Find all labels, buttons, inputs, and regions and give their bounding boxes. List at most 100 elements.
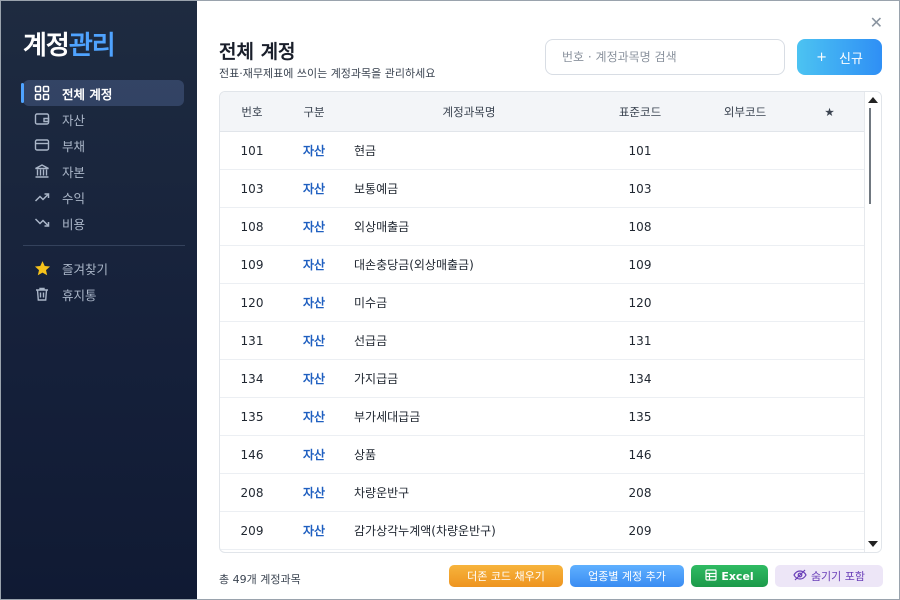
table-scrollbar[interactable]: [864, 92, 881, 552]
cell-std: 103: [628, 181, 652, 196]
cell-name: 가지급금: [354, 372, 399, 386]
cell-name: 대손충당금(외상매출금): [354, 258, 474, 272]
trash-icon: [33, 285, 51, 303]
sidebar-nav: 전체 계정 자산 부채 자본 수익 비용 즐겨찾기 휴지통: [1, 80, 197, 307]
header-num[interactable]: 번호: [220, 104, 284, 120]
table-body: 101 자산 현금 101 103 자산 보통예금 103 108 자산 외상매…: [220, 132, 865, 550]
add-industry-accounts-button[interactable]: 업종별 계정 추가: [570, 565, 684, 587]
cell-name: 외상매출금: [354, 220, 410, 234]
cell-num: 131: [240, 333, 264, 348]
fill-douzone-code-button[interactable]: 더존 코드 채우기: [449, 565, 563, 587]
sidebar-item-assets[interactable]: 자산: [23, 106, 184, 132]
card-icon: [33, 136, 51, 154]
sidebar-item-label: 비용: [62, 216, 86, 232]
logo-part1: 계정: [23, 31, 70, 61]
cell-name: 미수금: [354, 296, 388, 310]
app-logo: 계정관리: [23, 25, 116, 62]
cell-type: 자산: [302, 258, 326, 272]
excel-export-button[interactable]: Excel: [691, 565, 768, 587]
new-account-button[interactable]: + 신규: [797, 39, 882, 75]
cell-name: 선급금: [354, 334, 388, 348]
table-row[interactable]: 146 자산 상품 146: [220, 436, 865, 474]
sidebar-item-expense[interactable]: 비용: [23, 210, 184, 236]
table-row[interactable]: 120 자산 미수금 120: [220, 284, 865, 322]
grid-icon: [33, 84, 51, 102]
search-input[interactable]: [545, 39, 785, 75]
cell-std: 208: [628, 485, 652, 500]
table-row[interactable]: 131 자산 선급금 131: [220, 322, 865, 360]
cell-type: 자산: [302, 144, 326, 158]
cell-num: 109: [240, 257, 264, 272]
cell-std: 101: [628, 143, 652, 158]
table-row[interactable]: 209 자산 감가상각누계액(차량운반구) 209: [220, 512, 865, 550]
cell-num: 134: [240, 371, 264, 386]
cell-num: 108: [240, 219, 264, 234]
sidebar-item-label: 휴지통: [62, 287, 97, 303]
sidebar-item-all[interactable]: 전체 계정: [21, 80, 184, 106]
table-row[interactable]: 134 자산 가지급금 134: [220, 360, 865, 398]
include-hidden-button[interactable]: 숨기기 포함: [775, 565, 883, 587]
cell-num: 146: [240, 447, 264, 462]
cell-name: 상품: [354, 448, 377, 462]
logo-part2: 관리: [68, 31, 116, 61]
table-row[interactable]: 109 자산 대손충당금(외상매출금) 109: [220, 246, 865, 284]
cell-type: 자산: [302, 372, 326, 386]
header-name[interactable]: 계정과목명: [344, 104, 584, 120]
sidebar-item-label: 수익: [62, 190, 86, 206]
page-subtitle: 전표·재무제표에 쓰이는 계정과목을 관리하세요: [219, 67, 436, 80]
cell-std: 135: [628, 409, 652, 424]
sidebar-item-label: 자산: [62, 112, 86, 128]
cell-std: 109: [628, 257, 652, 272]
table-row[interactable]: 208 자산 차량운반구 208: [220, 474, 865, 512]
table-row[interactable]: 103 자산 보통예금 103: [220, 170, 865, 208]
cell-std: 131: [628, 333, 652, 348]
scroll-up-arrow-icon[interactable]: [868, 97, 878, 103]
hide-button-label: 숨기기 포함: [810, 570, 866, 583]
sidebar-item-revenue[interactable]: 수익: [23, 184, 184, 210]
cell-std: 134: [628, 371, 652, 386]
scroll-down-arrow-icon[interactable]: [868, 541, 878, 547]
plus-icon: +: [816, 49, 827, 65]
eye-off-icon: [793, 569, 807, 584]
cell-name: 보통예금: [354, 182, 399, 196]
cell-std: 108: [628, 219, 652, 234]
star-icon: [33, 259, 51, 277]
sidebar-item-equity[interactable]: 자본: [23, 158, 184, 184]
scroll-thumb[interactable]: [869, 108, 878, 204]
cell-name: 차량운반구: [354, 486, 410, 500]
sidebar-item-trash[interactable]: 휴지통: [23, 281, 184, 307]
table-row[interactable]: 101 자산 현금 101: [220, 132, 865, 170]
accounts-table: 번호 구분 계정과목명 표준코드 외부코드 ★ 101 자산 현금 101 10…: [219, 91, 882, 553]
cell-name: 감가상각누계액(차량운반구): [354, 524, 496, 538]
header-std[interactable]: 표준코드: [584, 104, 696, 120]
bank-icon: [33, 162, 51, 180]
main-panel: ✕ 전체 계정 전표·재무제표에 쓰이는 계정과목을 관리하세요 + 신규 번호…: [197, 1, 899, 599]
sidebar-item-label: 자본: [62, 164, 86, 180]
cell-std: 120: [628, 295, 652, 310]
trend-up-icon: [33, 188, 51, 206]
total-count: 총 49개 계정과목: [219, 573, 301, 586]
header-ext[interactable]: 외부코드: [696, 104, 794, 120]
table-row[interactable]: 108 자산 외상매출금 108: [220, 208, 865, 246]
page-title: 전체 계정: [219, 41, 296, 63]
sidebar-item-favorites[interactable]: 즐겨찾기: [23, 255, 184, 281]
excel-button-label: Excel: [721, 569, 754, 583]
cell-type: 자산: [302, 182, 326, 196]
app-window: 계정관리 전체 계정 자산 부채 자본 수익 비용 즐겨찾기 휴지통 ✕ 전체 …: [0, 0, 900, 600]
header-type[interactable]: 구분: [284, 104, 344, 120]
cell-type: 자산: [302, 334, 326, 348]
sidebar-item-label: 즐겨찾기: [62, 261, 109, 277]
close-icon[interactable]: ✕: [870, 13, 883, 32]
cell-type: 자산: [302, 486, 326, 500]
header-fav-star-icon[interactable]: ★: [794, 105, 865, 119]
sidebar: 계정관리 전체 계정 자산 부채 자본 수익 비용 즐겨찾기 휴지통: [1, 1, 197, 599]
cell-type: 자산: [302, 524, 326, 538]
cell-type: 자산: [302, 410, 326, 424]
cell-num: 208: [240, 485, 264, 500]
table-header: 번호 구분 계정과목명 표준코드 외부코드 ★: [220, 92, 865, 132]
sidebar-divider: [23, 245, 185, 246]
trend-down-icon: [33, 214, 51, 232]
sidebar-item-liabilities[interactable]: 부채: [23, 132, 184, 158]
spreadsheet-icon: [705, 568, 717, 584]
table-row[interactable]: 135 자산 부가세대급금 135: [220, 398, 865, 436]
